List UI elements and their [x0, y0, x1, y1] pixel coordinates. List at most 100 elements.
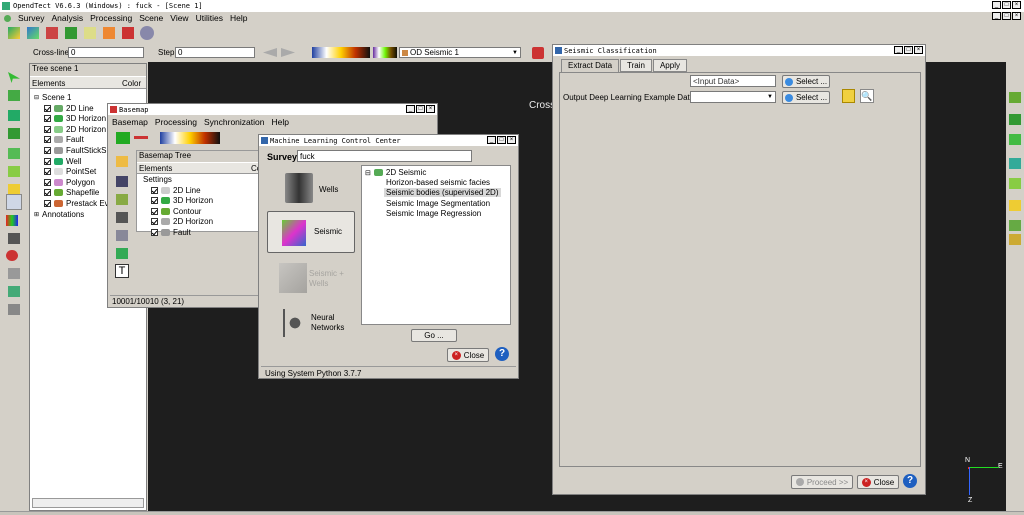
- visibility-checkbox[interactable]: [151, 228, 158, 236]
- zoom-icon[interactable]: [8, 128, 20, 139]
- go-button[interactable]: Go ...: [411, 329, 457, 342]
- menu-help[interactable]: Help: [230, 13, 247, 23]
- camera-icon[interactable]: [8, 233, 20, 244]
- input-select-button[interactable]: Select ...: [782, 75, 830, 88]
- mlc-neural-networks-button[interactable]: Neural Networks: [267, 303, 355, 345]
- basemap-tree-item[interactable]: Contour: [151, 207, 201, 216]
- tree-root-2d-seismic[interactable]: ⊟ 2D Seismic: [365, 168, 426, 177]
- right-tool-3-icon[interactable]: [1009, 134, 1021, 145]
- visibility-checkbox[interactable]: [44, 147, 51, 154]
- minimize-icon[interactable]: _: [992, 1, 1001, 9]
- info-icon[interactable]: [842, 89, 855, 103]
- camera-icon[interactable]: [116, 212, 128, 223]
- scene-tree-item[interactable]: Prestack Ev: [44, 199, 109, 208]
- visibility-checkbox[interactable]: [44, 136, 51, 144]
- right-tool-1-icon[interactable]: [1009, 92, 1021, 103]
- workflow-item[interactable]: Seismic bodies (supervised 2D): [384, 188, 501, 198]
- output-data-field[interactable]: ▼: [690, 91, 776, 103]
- scene-tree-item[interactable]: FaultStickS: [44, 146, 106, 155]
- arrow-left-icon[interactable]: [263, 48, 277, 57]
- mdi-minimize-icon[interactable]: _: [992, 12, 1001, 20]
- scene-tree-item[interactable]: ⊞ Annotations: [34, 210, 84, 219]
- fault-tool-icon[interactable]: [46, 27, 58, 39]
- pickset-tool-icon[interactable]: [84, 27, 96, 39]
- mlc-minimize-icon[interactable]: _: [487, 136, 496, 144]
- colortable-2[interactable]: [373, 47, 397, 58]
- survey-field[interactable]: fuck: [297, 150, 472, 162]
- output-select-button[interactable]: Select ...: [782, 91, 830, 104]
- mlc-seismic-button[interactable]: Seismic: [267, 211, 355, 253]
- well-tool-icon[interactable]: [65, 27, 77, 39]
- scene-tree-item[interactable]: 2D Horizon: [44, 125, 106, 134]
- visibility-checkbox[interactable]: [44, 157, 51, 165]
- tab-extract-data[interactable]: Extract Data: [561, 59, 620, 72]
- seismic-selector[interactable]: OD Seismic 1 ▼: [399, 47, 521, 58]
- scene-tree-item[interactable]: Polygon: [44, 178, 95, 187]
- visibility-checkbox[interactable]: [44, 104, 51, 112]
- basemap-tree-item[interactable]: 2D Line: [151, 186, 201, 195]
- pan-icon[interactable]: [8, 166, 20, 177]
- basemap-menu-help[interactable]: Help: [271, 117, 288, 127]
- mlc-wells-button[interactable]: Wells: [267, 167, 355, 209]
- right-tool-5-icon[interactable]: [1009, 178, 1021, 189]
- scene-tree-item[interactable]: Shapefile: [44, 188, 99, 197]
- right-tool-6-icon[interactable]: [1009, 200, 1021, 211]
- input-data-field[interactable]: <Input Data>: [690, 75, 776, 87]
- collapse-icon[interactable]: ⊟: [34, 94, 39, 101]
- right-tool-2-icon[interactable]: [1009, 114, 1021, 125]
- menu-processing[interactable]: Processing: [90, 13, 132, 23]
- scene-tree-item[interactable]: 2D Line: [44, 104, 94, 113]
- segy-tool-icon[interactable]: [140, 26, 154, 40]
- menu-scene[interactable]: Scene: [139, 13, 163, 23]
- attribute-tool-icon[interactable]: [103, 27, 115, 39]
- print-icon[interactable]: [116, 230, 128, 241]
- right-tool-4-icon[interactable]: [1009, 158, 1021, 169]
- basemap-tree-item[interactable]: 2D Horizon: [151, 217, 213, 226]
- visibility-checkbox[interactable]: [44, 178, 51, 186]
- workflow-item[interactable]: Seismic Image Segmentation: [384, 199, 492, 208]
- tree-hscrollbar[interactable]: [32, 498, 144, 508]
- scene-tree-item[interactable]: Fault: [44, 135, 84, 144]
- mlc-close-icon[interactable]: ×: [507, 136, 516, 144]
- visibility-checkbox[interactable]: [44, 125, 51, 133]
- menu-survey[interactable]: Survey: [18, 13, 44, 23]
- menu-analysis[interactable]: Analysis: [51, 13, 83, 23]
- visibility-checkbox[interactable]: [44, 168, 51, 176]
- visibility-checkbox[interactable]: [44, 189, 51, 197]
- mlc-close-button[interactable]: × Close: [447, 348, 489, 362]
- basemap-tree-item[interactable]: Fault: [151, 228, 191, 237]
- scene-tree-item[interactable]: ⊟ Scene 1: [34, 93, 71, 102]
- visibility-checkbox[interactable]: [151, 218, 158, 225]
- basemap-maximize-icon[interactable]: □: [416, 105, 425, 113]
- sc-close-icon[interactable]: ×: [914, 46, 923, 54]
- export-icon[interactable]: [116, 194, 128, 205]
- plane-icon[interactable]: [8, 148, 20, 159]
- step-input[interactable]: 0: [175, 47, 255, 58]
- mlc-help-icon[interactable]: ?: [495, 347, 509, 361]
- scene-tree-item[interactable]: Well: [44, 157, 81, 166]
- basemap-menu-processing[interactable]: Processing: [155, 117, 197, 127]
- wrench-icon[interactable]: [532, 47, 544, 59]
- mlc-seismic-wells-button[interactable]: Seismic + Wells: [267, 257, 355, 299]
- tab-train[interactable]: Train: [620, 59, 652, 72]
- pointer-icon[interactable]: [8, 72, 20, 83]
- tab-apply[interactable]: Apply: [652, 59, 687, 72]
- right-tool-8-icon[interactable]: [1009, 234, 1021, 245]
- collapse-icon[interactable]: ⊟: [365, 169, 371, 177]
- close-icon[interactable]: ×: [1012, 1, 1021, 9]
- visibility-checkbox[interactable]: [151, 186, 158, 194]
- basemap-close-icon[interactable]: ×: [426, 105, 435, 113]
- sc-help-icon[interactable]: ?: [903, 474, 917, 488]
- visibility-checkbox[interactable]: [44, 115, 51, 123]
- basemap-tree-item[interactable]: 3D Horizon: [151, 196, 213, 205]
- home-icon[interactable]: [8, 110, 20, 121]
- proceed-button[interactable]: Proceed >>: [791, 475, 853, 489]
- text-tool-icon[interactable]: T: [115, 264, 129, 278]
- basemap-menu-basemap[interactable]: Basemap: [112, 117, 148, 127]
- view-icon[interactable]: [8, 90, 20, 101]
- axis-icon[interactable]: [6, 194, 22, 210]
- scene-tree-item[interactable]: 3D Horizon: [44, 114, 106, 123]
- basemap-minimize-icon[interactable]: _: [406, 105, 415, 113]
- mlc-maximize-icon[interactable]: □: [497, 136, 506, 144]
- volume-tool-icon[interactable]: [122, 27, 134, 39]
